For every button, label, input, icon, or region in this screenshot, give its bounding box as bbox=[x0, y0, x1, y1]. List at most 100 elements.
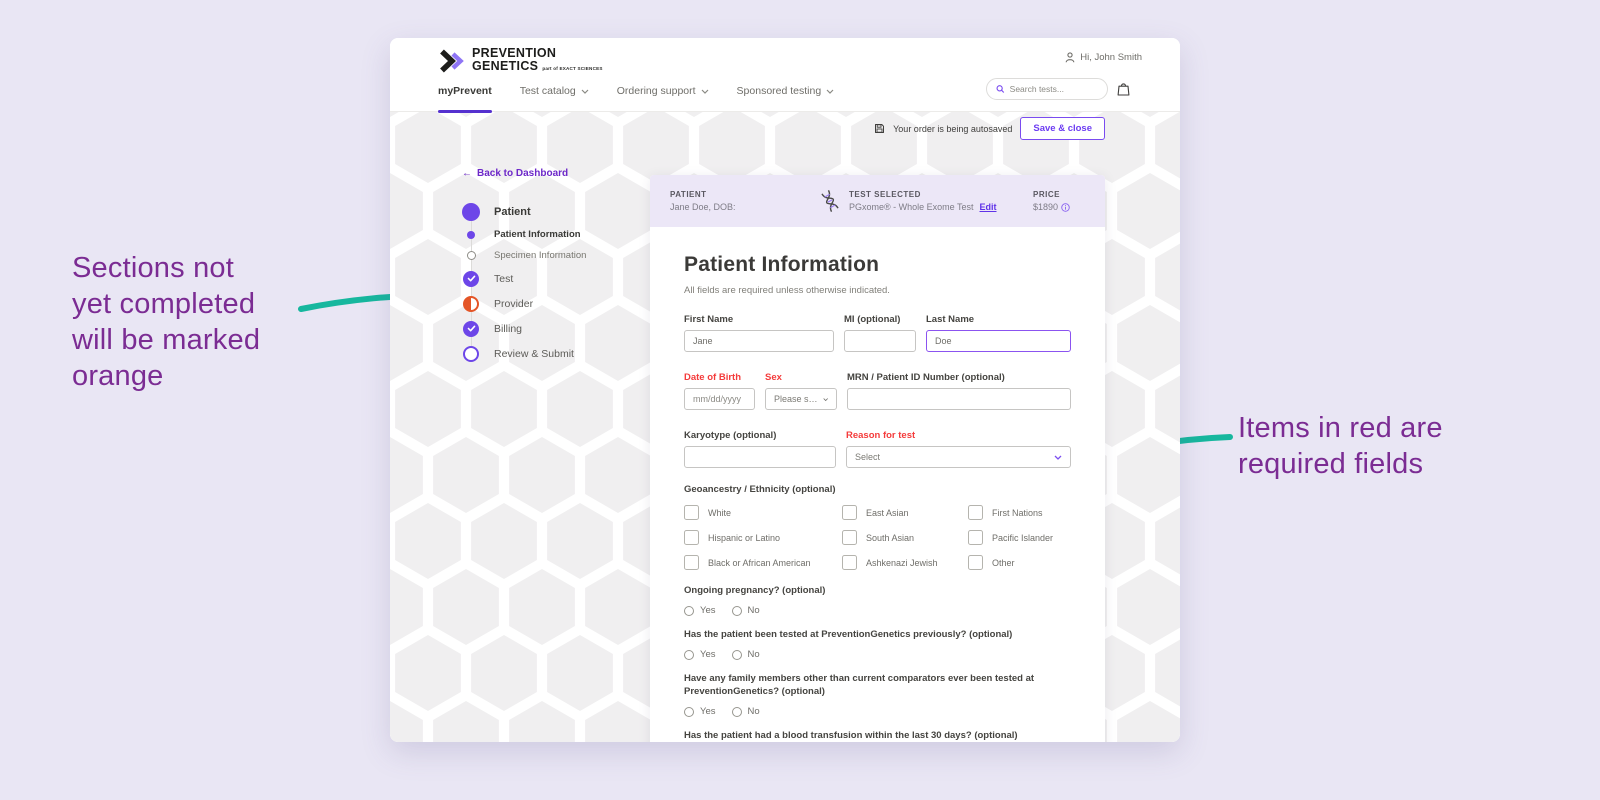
checkbox-icon bbox=[968, 530, 983, 545]
checkbox-first-nations[interactable]: First Nations bbox=[968, 505, 1071, 520]
step-label: Patient bbox=[494, 206, 531, 218]
radio-label: Yes bbox=[700, 605, 716, 616]
primary-nav: myPrevent Test catalog Ordering support … bbox=[438, 85, 834, 101]
question-blood-transfusion: Has the patient had a blood transfusion … bbox=[684, 729, 1071, 742]
edit-test-link[interactable]: Edit bbox=[980, 202, 997, 212]
question-label: Has the patient been tested at Preventio… bbox=[684, 628, 1056, 641]
radio-pregnancy-no[interactable]: No bbox=[732, 605, 760, 616]
annotation-line: yet completed bbox=[72, 286, 260, 322]
radio-family-tested-yes[interactable]: Yes bbox=[684, 706, 716, 717]
mrn-label: MRN / Patient ID Number (optional) bbox=[847, 372, 1071, 382]
chevron-down-icon bbox=[1054, 455, 1062, 460]
cart-bag-icon[interactable] bbox=[1117, 82, 1130, 96]
first-name-label: First Name bbox=[684, 314, 834, 324]
question-label: Has the patient had a blood transfusion … bbox=[684, 729, 1056, 742]
step-test[interactable]: Test bbox=[462, 266, 586, 291]
nav-myprevent[interactable]: myPrevent bbox=[438, 85, 492, 101]
step-label: Specimen Information bbox=[494, 250, 586, 261]
checkbox-icon bbox=[842, 530, 857, 545]
order-form-card: PATIENT Jane Doe, DOB: TEST SELECTED bbox=[650, 175, 1105, 742]
chevron-down-icon bbox=[826, 89, 834, 94]
logo-tagline: part of EXACT SCIENCES bbox=[542, 62, 602, 75]
nav-label: Sponsored testing bbox=[737, 85, 822, 97]
annotation-line: Items in red are bbox=[1238, 410, 1443, 446]
step-label: Test bbox=[494, 273, 513, 285]
first-name-input[interactable] bbox=[684, 330, 834, 352]
radio-pregnancy-yes[interactable]: Yes bbox=[684, 605, 716, 616]
step-label: Patient Information bbox=[494, 229, 581, 240]
mrn-input[interactable] bbox=[847, 388, 1071, 410]
chevron-down-icon bbox=[581, 89, 589, 94]
user-greeting-text: Hi, John Smith bbox=[1080, 52, 1142, 63]
mi-input[interactable] bbox=[844, 330, 916, 352]
step-billing[interactable]: Billing bbox=[462, 316, 586, 341]
sex-label: Sex bbox=[765, 372, 837, 382]
radio-label: No bbox=[748, 649, 760, 660]
karyotype-label: Karyotype (optional) bbox=[684, 430, 836, 440]
sex-select[interactable]: Please selec... bbox=[765, 388, 837, 410]
user-icon bbox=[1065, 52, 1075, 63]
checkbox-east-asian[interactable]: East Asian bbox=[842, 505, 968, 520]
radio-icon bbox=[732, 650, 742, 660]
checkbox-other[interactable]: Other bbox=[968, 555, 1071, 570]
annotation-line: Sections not bbox=[72, 250, 260, 286]
checkbox-label: Other bbox=[992, 558, 1015, 568]
radio-label: No bbox=[748, 605, 760, 616]
checkbox-label: Hispanic or Latino bbox=[708, 533, 780, 543]
nav-ordering-support[interactable]: Ordering support bbox=[617, 85, 709, 101]
app-header: PREVENTION GENETICS part of EXACT SCIENC… bbox=[390, 38, 1180, 112]
logo-chevrons-icon bbox=[438, 48, 466, 74]
dob-input[interactable] bbox=[684, 388, 755, 410]
annotation-line: will be marked bbox=[72, 322, 260, 358]
step-patient-information[interactable]: Patient Information bbox=[462, 224, 586, 245]
checkbox-pacific-islander[interactable]: Pacific Islander bbox=[968, 530, 1071, 545]
content-area: Your order is being autosaved Save & clo… bbox=[390, 112, 1180, 742]
save-close-button[interactable]: Save & close bbox=[1020, 117, 1105, 140]
radio-family-tested-no[interactable]: No bbox=[732, 706, 760, 717]
chevron-down-icon bbox=[823, 397, 828, 402]
step-label: Review & Submit bbox=[494, 348, 574, 360]
last-name-input[interactable] bbox=[926, 330, 1071, 352]
checkbox-hispanic-or-latino[interactable]: Hispanic or Latino bbox=[684, 530, 842, 545]
checkbox-south-asian[interactable]: South Asian bbox=[842, 530, 968, 545]
radio-label: Yes bbox=[700, 706, 716, 717]
dob-label: Date of Birth bbox=[684, 372, 755, 382]
checkbox-label: Pacific Islander bbox=[992, 533, 1053, 543]
search-box[interactable] bbox=[986, 78, 1108, 100]
radio-tested-previously-yes[interactable]: Yes bbox=[684, 649, 716, 660]
step-specimen-information[interactable]: Specimen Information bbox=[462, 245, 586, 266]
step-patient[interactable]: Patient bbox=[462, 200, 586, 224]
nav-test-catalog[interactable]: Test catalog bbox=[520, 85, 589, 101]
save-disk-icon bbox=[874, 123, 885, 134]
search-input[interactable] bbox=[1010, 84, 1098, 94]
step-provider[interactable]: Provider bbox=[462, 291, 586, 316]
step-label: Provider bbox=[494, 298, 533, 310]
checkbox-white[interactable]: White bbox=[684, 505, 842, 520]
step-active-dot-icon bbox=[467, 231, 475, 239]
checkbox-icon bbox=[684, 530, 699, 545]
step-review-submit[interactable]: Review & Submit bbox=[462, 341, 586, 366]
last-name-label: Last Name bbox=[926, 314, 1071, 324]
reason-for-test-select[interactable]: Select bbox=[846, 446, 1071, 468]
checkbox-ashkenazi-jewish[interactable]: Ashkenazi Jewish bbox=[842, 555, 968, 570]
radio-icon bbox=[684, 650, 694, 660]
form-body: Patient Information All fields are requi… bbox=[650, 227, 1105, 742]
checkbox-icon bbox=[684, 555, 699, 570]
nav-sponsored-testing[interactable]: Sponsored testing bbox=[737, 85, 835, 101]
info-icon[interactable] bbox=[1061, 203, 1070, 212]
summary-price-label: PRICE bbox=[1033, 190, 1085, 199]
checkbox-label: First Nations bbox=[992, 508, 1043, 518]
summary-test-label: TEST SELECTED bbox=[849, 190, 997, 199]
karyotype-input[interactable] bbox=[684, 446, 836, 468]
radio-tested-previously-no[interactable]: No bbox=[732, 649, 760, 660]
back-to-dashboard-link[interactable]: ← Back to Dashboard bbox=[462, 168, 568, 179]
annotation-line: orange bbox=[72, 358, 260, 394]
step-complete-check-icon bbox=[463, 271, 479, 287]
user-menu[interactable]: Hi, John Smith bbox=[1065, 52, 1142, 63]
summary-test: TEST SELECTED PGxome® - Whole Exome Test… bbox=[818, 188, 1033, 214]
summary-patient: PATIENT Jane Doe, DOB: bbox=[670, 190, 818, 212]
step-upcoming-ring-icon bbox=[463, 346, 479, 362]
checkbox-black-or-african-american[interactable]: Black or African American bbox=[684, 555, 842, 570]
back-link-label: Back to Dashboard bbox=[477, 168, 568, 179]
brand-logo[interactable]: PREVENTION GENETICS part of EXACT SCIENC… bbox=[438, 47, 603, 75]
